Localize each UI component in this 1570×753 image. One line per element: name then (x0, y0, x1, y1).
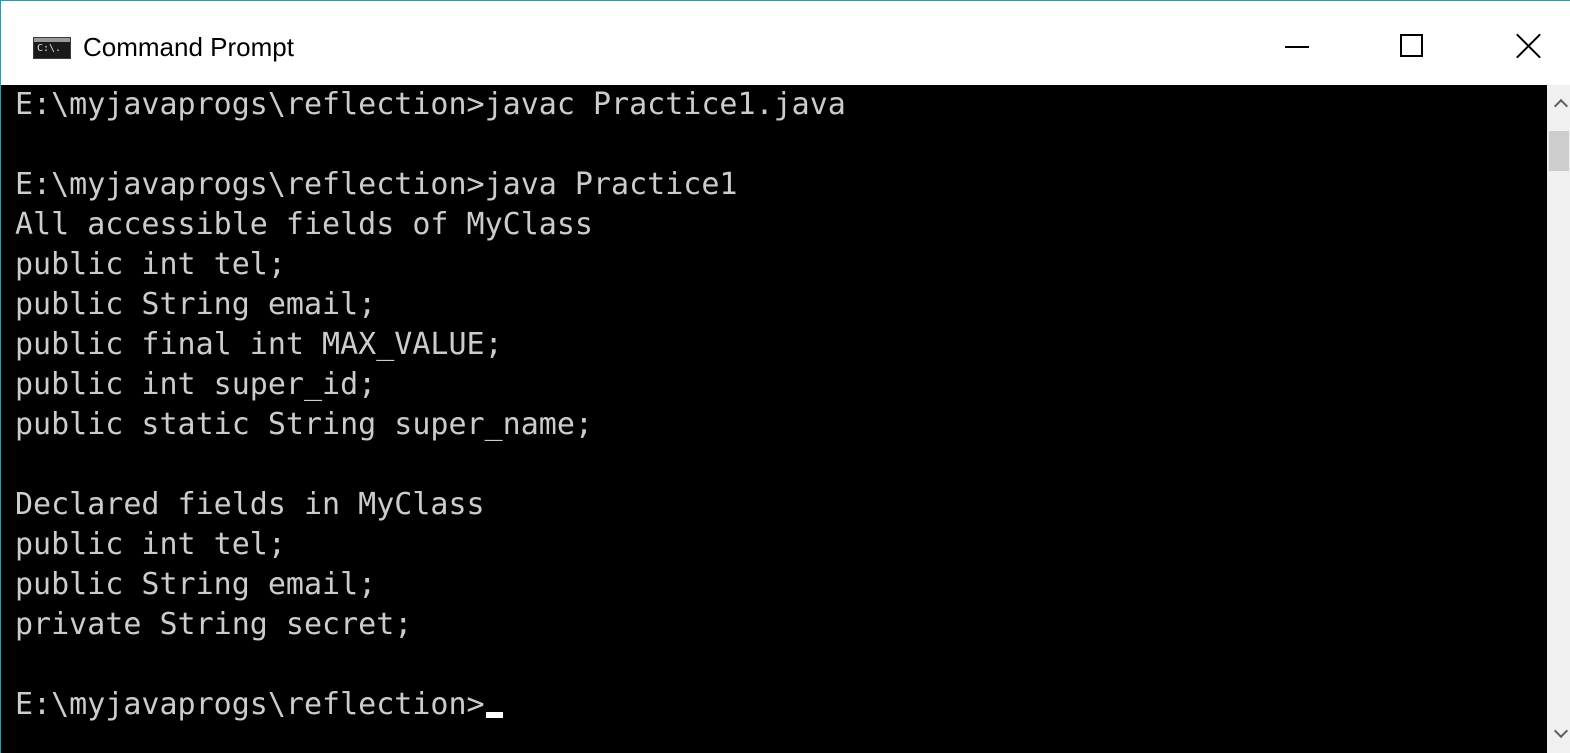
title-bar[interactable]: C:\. Command Prompt (1, 1, 1570, 85)
cmd-icon-text: C:\. (37, 43, 62, 54)
console-line: public int tel; (15, 247, 286, 282)
text-cursor (485, 712, 503, 718)
maximize-button[interactable] (1383, 21, 1441, 73)
prompt-text: E:\myjavaprogs\reflection> (15, 687, 485, 722)
console-lines: E:\myjavaprogs\reflection>javac Practice… (15, 85, 846, 725)
vertical-scrollbar[interactable] (1547, 85, 1570, 753)
console-output-area[interactable]: E:\myjavaprogs\reflection>javac Practice… (1, 85, 1547, 753)
console-line: E:\myjavaprogs\reflection>javac Practice… (15, 87, 846, 122)
console-line: All accessible fields of MyClass (15, 207, 593, 242)
maximize-icon (1400, 34, 1423, 57)
scroll-up-button[interactable] (1547, 85, 1570, 123)
chevron-up-icon (1553, 98, 1569, 114)
console-line: Declared fields in MyClass (15, 487, 485, 522)
command-prompt-window: C:\. Command Prompt E:\myjavaprogs\refle… (0, 0, 1570, 753)
console-line: E:\myjavaprogs\reflection>java Practice1 (15, 167, 738, 202)
window-title: Command Prompt (83, 32, 294, 62)
console-line: public int tel; (15, 527, 286, 562)
console-line: public final int MAX_VALUE; (15, 327, 503, 362)
console-line: public static String super_name; (15, 407, 593, 442)
console-line: private String secret; (15, 607, 413, 642)
close-icon (1515, 33, 1541, 59)
chevron-down-icon (1553, 723, 1569, 739)
cmd-icon[interactable]: C:\. (33, 37, 71, 59)
close-button[interactable] (1499, 21, 1557, 73)
scrollbar-thumb[interactable] (1549, 131, 1569, 171)
console-prompt-line[interactable]: E:\myjavaprogs\reflection> (15, 685, 846, 725)
console-line: public String email; (15, 567, 377, 602)
scroll-down-button[interactable] (1547, 716, 1570, 753)
minimize-icon (1285, 46, 1309, 48)
minimize-button[interactable] (1267, 21, 1325, 73)
console-line: public String email; (15, 287, 377, 322)
console-line: public int super_id; (15, 367, 377, 402)
